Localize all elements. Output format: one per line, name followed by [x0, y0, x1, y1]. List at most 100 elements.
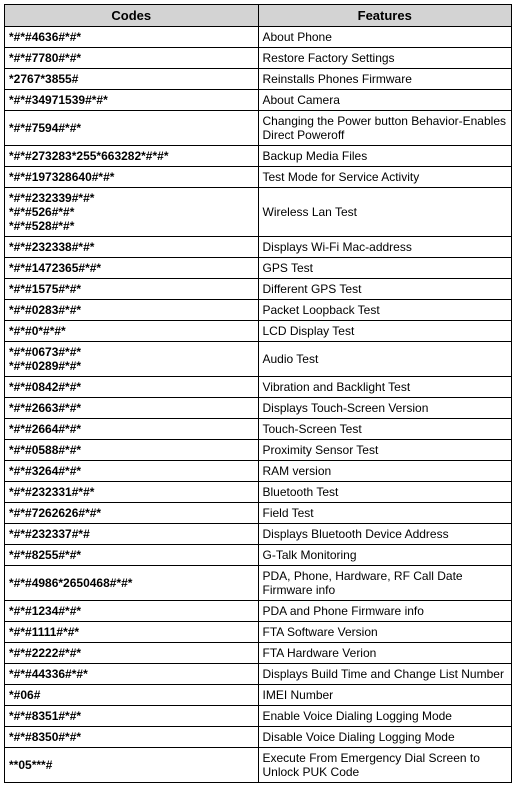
- feature-cell: Wireless Lan Test: [258, 188, 512, 237]
- feature-cell: Restore Factory Settings: [258, 48, 512, 69]
- table-row: *#*#8255#*#*G-Talk Monitoring: [5, 545, 512, 566]
- feature-cell: Test Mode for Service Activity: [258, 167, 512, 188]
- feature-cell: Execute From Emergency Dial Screen to Un…: [258, 748, 512, 783]
- code-cell: *#*#1575#*#*: [5, 279, 259, 300]
- feature-cell: IMEI Number: [258, 685, 512, 706]
- table-row: *#*#8351#*#*Enable Voice Dialing Logging…: [5, 706, 512, 727]
- feature-cell: About Camera: [258, 90, 512, 111]
- feature-cell: Proximity Sensor Test: [258, 440, 512, 461]
- code-cell: *#*#0*#*#*: [5, 321, 259, 342]
- feature-cell: Changing the Power button Behavior-Enabl…: [258, 111, 512, 146]
- code-cell: *#*#2663#*#*: [5, 398, 259, 419]
- code-cell: *#*#197328640#*#*: [5, 167, 259, 188]
- feature-cell: PDA and Phone Firmware info: [258, 601, 512, 622]
- code-cell: *#*#232331#*#*: [5, 482, 259, 503]
- code-cell: *2767*3855#: [5, 69, 259, 90]
- table-row: *#*#1472365#*#*GPS Test: [5, 258, 512, 279]
- table-row: *#*#44336#*#*Displays Build Time and Cha…: [5, 664, 512, 685]
- feature-cell: FTA Hardware Verion: [258, 643, 512, 664]
- feature-cell: Touch-Screen Test: [258, 419, 512, 440]
- table-row: *#*#0842#*#*Vibration and Backlight Test: [5, 377, 512, 398]
- code-cell: *#*#0283#*#*: [5, 300, 259, 321]
- table-row: *#*#34971539#*#*About Camera: [5, 90, 512, 111]
- code-cell: *#*#232337#*#: [5, 524, 259, 545]
- table-row: *#*#2664#*#*Touch-Screen Test: [5, 419, 512, 440]
- table-row: *#*#0673#*#**#*#0289#*#*Audio Test: [5, 342, 512, 377]
- table-row: *#*#2663#*#*Displays Touch-Screen Versio…: [5, 398, 512, 419]
- code-cell: *#*#44336#*#*: [5, 664, 259, 685]
- code-cell: *#*#1111#*#*: [5, 622, 259, 643]
- code-cell: *#*#273283*255*663282*#*#*: [5, 146, 259, 167]
- code-cell: *#*#4986*2650468#*#*: [5, 566, 259, 601]
- table-row: *#*#7262626#*#*Field Test: [5, 503, 512, 524]
- code-line: *#*#232339#*#*: [9, 191, 254, 205]
- table-row: *#*#232338#*#*Displays Wi-Fi Mac-address: [5, 237, 512, 258]
- code-cell: *#*#2222#*#*: [5, 643, 259, 664]
- code-cell: *#*#34971539#*#*: [5, 90, 259, 111]
- feature-cell: Displays Build Time and Change List Numb…: [258, 664, 512, 685]
- feature-cell: PDA, Phone, Hardware, RF Call Date Firmw…: [258, 566, 512, 601]
- code-cell: *#*#7780#*#*: [5, 48, 259, 69]
- code-line: *#*#0289#*#*: [9, 359, 254, 373]
- feature-cell: Bluetooth Test: [258, 482, 512, 503]
- feature-cell: Displays Touch-Screen Version: [258, 398, 512, 419]
- table-row: *#06#IMEI Number: [5, 685, 512, 706]
- feature-cell: About Phone: [258, 27, 512, 48]
- feature-cell: Displays Bluetooth Device Address: [258, 524, 512, 545]
- feature-cell: GPS Test: [258, 258, 512, 279]
- header-codes: Codes: [5, 5, 259, 27]
- table-row: *#*#232337#*#Displays Bluetooth Device A…: [5, 524, 512, 545]
- feature-cell: Packet Loopback Test: [258, 300, 512, 321]
- code-cell: *#06#: [5, 685, 259, 706]
- code-cell: *#*#7594#*#*: [5, 111, 259, 146]
- code-cell: *#*#232338#*#*: [5, 237, 259, 258]
- feature-cell: Displays Wi-Fi Mac-address: [258, 237, 512, 258]
- code-cell: *#*#1234#*#*: [5, 601, 259, 622]
- table-row: *#*#7594#*#*Changing the Power button Be…: [5, 111, 512, 146]
- feature-cell: G-Talk Monitoring: [258, 545, 512, 566]
- table-row: *#*#232339#*#**#*#526#*#**#*#528#*#*Wire…: [5, 188, 512, 237]
- table-row: **05***#Execute From Emergency Dial Scre…: [5, 748, 512, 783]
- table-row: *#*#1575#*#*Different GPS Test: [5, 279, 512, 300]
- code-cell: *#*#2664#*#*: [5, 419, 259, 440]
- table-row: *#*#273283*255*663282*#*#*Backup Media F…: [5, 146, 512, 167]
- code-cell: **05***#: [5, 748, 259, 783]
- header-row: Codes Features: [5, 5, 512, 27]
- feature-cell: Vibration and Backlight Test: [258, 377, 512, 398]
- code-cell: *#*#232339#*#**#*#526#*#**#*#528#*#*: [5, 188, 259, 237]
- feature-cell: Disable Voice Dialing Logging Mode: [258, 727, 512, 748]
- feature-cell: Reinstalls Phones Firmware: [258, 69, 512, 90]
- table-row: *#*#4636#*#*About Phone: [5, 27, 512, 48]
- code-cell: *#*#7262626#*#*: [5, 503, 259, 524]
- code-cell: *#*#8255#*#*: [5, 545, 259, 566]
- table-row: *#*#232331#*#*Bluetooth Test: [5, 482, 512, 503]
- feature-cell: FTA Software Version: [258, 622, 512, 643]
- header-features: Features: [258, 5, 512, 27]
- table-row: *#*#3264#*#*RAM version: [5, 461, 512, 482]
- feature-cell: Field Test: [258, 503, 512, 524]
- table-row: *#*#1234#*#*PDA and Phone Firmware info: [5, 601, 512, 622]
- feature-cell: LCD Display Test: [258, 321, 512, 342]
- code-line: *#*#528#*#*: [9, 219, 254, 233]
- table-row: *#*#2222#*#*FTA Hardware Verion: [5, 643, 512, 664]
- table-row: *#*#4986*2650468#*#*PDA, Phone, Hardware…: [5, 566, 512, 601]
- feature-cell: RAM version: [258, 461, 512, 482]
- code-cell: *#*#0588#*#*: [5, 440, 259, 461]
- code-cell: *#*#8351#*#*: [5, 706, 259, 727]
- table-row: *#*#0283#*#*Packet Loopback Test: [5, 300, 512, 321]
- feature-cell: Different GPS Test: [258, 279, 512, 300]
- table-row: *#*#197328640#*#*Test Mode for Service A…: [5, 167, 512, 188]
- table-row: *#*#7780#*#*Restore Factory Settings: [5, 48, 512, 69]
- feature-cell: Backup Media Files: [258, 146, 512, 167]
- codes-table: Codes Features *#*#4636#*#*About Phone*#…: [4, 4, 512, 783]
- table-row: *#*#0*#*#*LCD Display Test: [5, 321, 512, 342]
- table-row: *#*#0588#*#*Proximity Sensor Test: [5, 440, 512, 461]
- code-cell: *#*#3264#*#*: [5, 461, 259, 482]
- table-row: *#*#8350#*#*Disable Voice Dialing Loggin…: [5, 727, 512, 748]
- code-cell: *#*#0842#*#*: [5, 377, 259, 398]
- feature-cell: Audio Test: [258, 342, 512, 377]
- code-line: *#*#526#*#*: [9, 205, 254, 219]
- code-cell: *#*#8350#*#*: [5, 727, 259, 748]
- table-row: *#*#1111#*#*FTA Software Version: [5, 622, 512, 643]
- code-cell: *#*#0673#*#**#*#0289#*#*: [5, 342, 259, 377]
